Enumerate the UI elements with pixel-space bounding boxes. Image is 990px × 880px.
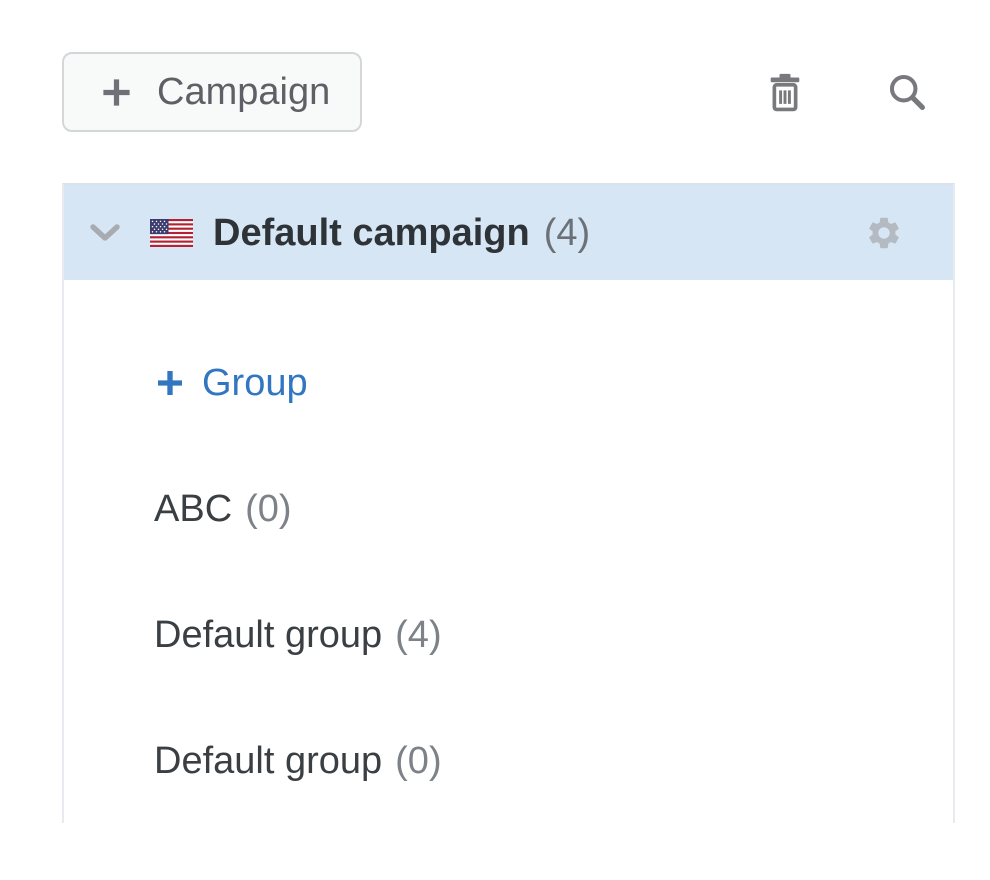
toolbar: Campaign — [0, 0, 990, 132]
campaign-name: Default campaign — [213, 214, 530, 252]
campaign-count: (4) — [544, 214, 590, 252]
trash-icon[interactable] — [763, 69, 807, 115]
us-flag-icon — [150, 219, 193, 247]
gear-icon[interactable] — [865, 214, 903, 252]
group-count: (0) — [245, 490, 291, 528]
group-name: Default group — [154, 616, 382, 654]
campaign-row[interactable]: Default campaign (4) — [64, 185, 953, 280]
group-name: Default group — [154, 742, 382, 780]
toolbar-icons — [763, 69, 929, 115]
campaign-tree-panel: Default campaign (4) Group ABC (0) Defau… — [62, 183, 955, 823]
plus-icon — [98, 74, 135, 111]
search-icon[interactable] — [885, 70, 929, 114]
group-row[interactable]: Default group (4) — [64, 572, 953, 698]
add-group-button[interactable]: Group — [64, 320, 953, 446]
group-name: ABC — [154, 490, 232, 528]
group-row[interactable]: Default group (0) — [64, 698, 953, 824]
plus-icon — [154, 367, 186, 399]
group-list: Group ABC (0) Default group (4) Default … — [64, 280, 953, 824]
group-count: (0) — [395, 742, 441, 780]
group-row[interactable]: ABC (0) — [64, 446, 953, 572]
add-campaign-button[interactable]: Campaign — [62, 52, 362, 132]
group-count: (4) — [395, 616, 441, 654]
chevron-down-icon[interactable] — [88, 222, 122, 244]
add-campaign-label: Campaign — [157, 73, 330, 111]
add-group-label: Group — [202, 364, 308, 402]
